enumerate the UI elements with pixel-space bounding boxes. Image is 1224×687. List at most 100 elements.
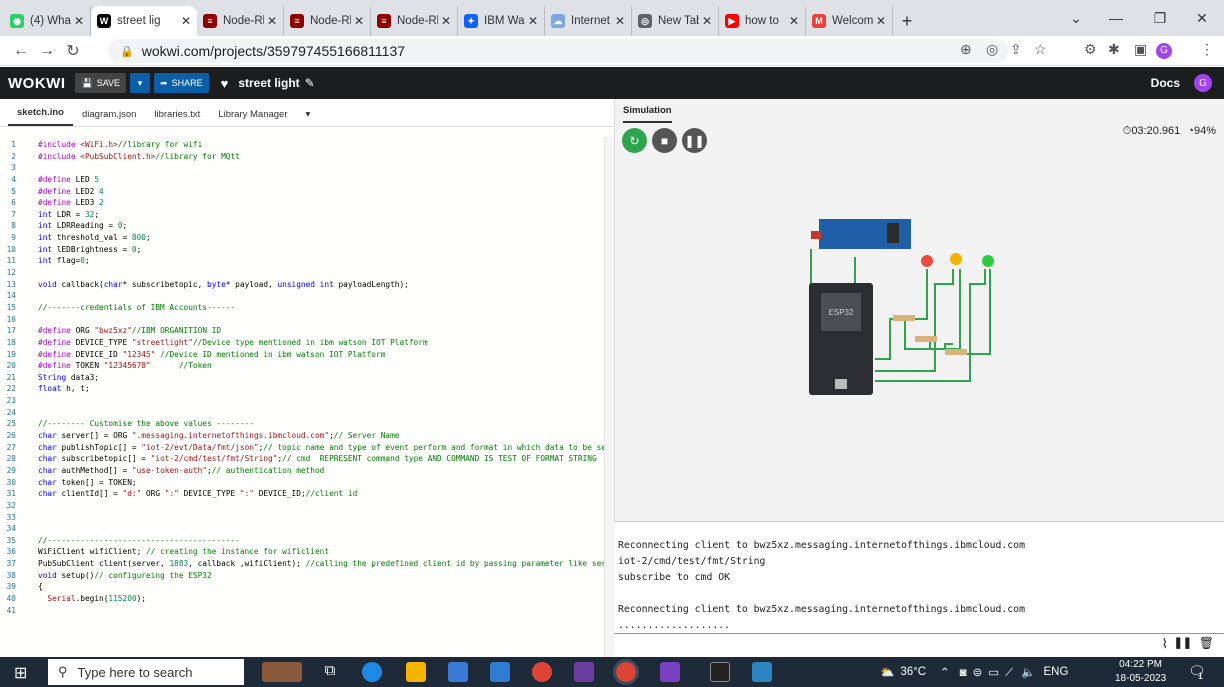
share-button[interactable]: ➦ SHARE: [154, 73, 209, 93]
tab-sketch[interactable]: sketch.ino: [8, 107, 73, 126]
browser-tab[interactable]: ✦ IBM Wa ✕: [458, 6, 545, 36]
volume-icon[interactable]: 🔈: [1021, 665, 1035, 679]
side-panel-icon[interactable]: ▣: [1134, 41, 1147, 58]
forward-icon[interactable]: →: [34, 42, 60, 60]
back-icon[interactable]: ←: [8, 42, 34, 60]
task-view-icon[interactable]: ⧉: [320, 662, 340, 682]
share-page-icon[interactable]: ⇪: [1010, 41, 1022, 58]
close-tab-icon[interactable]: ✕: [876, 14, 886, 28]
clear-console-icon[interactable]: 🗑: [1199, 636, 1214, 650]
code-token: char: [38, 465, 62, 475]
browser-tab[interactable]: ≡ Node-Rl ✕: [371, 6, 458, 36]
share-icon: ➦: [160, 77, 168, 88]
restore-icon[interactable]: ❐: [1140, 0, 1180, 36]
close-tab-icon[interactable]: ✕: [354, 14, 364, 28]
plotter-icon[interactable]: ⌇: [1162, 636, 1168, 652]
led-yellow[interactable]: [950, 253, 962, 265]
browser-tab[interactable]: M Welcom ✕: [806, 6, 893, 36]
browser-tab[interactable]: ◎ New Tab ✕: [632, 6, 719, 36]
stop-button[interactable]: ■: [652, 128, 677, 153]
browser-tab[interactable]: ☁ Internet ✕: [545, 6, 632, 36]
taskbar-search[interactable]: ⚲ Type here to search: [48, 659, 244, 685]
lens-icon[interactable]: ◎: [986, 41, 998, 58]
code-line: 11 int flag=0;: [0, 255, 614, 267]
zoom-icon[interactable]: ⊕: [960, 41, 972, 58]
close-tab-icon[interactable]: ✕: [267, 14, 277, 28]
url-bar[interactable]: 🔒 wokwi.com/projects/359797455166811137: [108, 39, 1008, 63]
code-text: #include <PubSubClient.h>//library for M…: [38, 151, 240, 163]
serial-input-bar[interactable]: ⌇ ❚❚ 🗑: [614, 633, 1224, 654]
close-tab-icon[interactable]: ✕: [181, 14, 191, 28]
menu-kebab-icon[interactable]: ⋮: [1200, 41, 1214, 58]
close-tab-icon[interactable]: ✕: [615, 14, 625, 28]
tab-simulation[interactable]: Simulation: [623, 105, 672, 123]
code-editor[interactable]: 1 #include <WiFi.h>//library for wifi 2 #in…: [0, 127, 614, 657]
edge-icon[interactable]: [362, 662, 382, 682]
line-number: 26: [6, 431, 16, 441]
reload-icon[interactable]: ↻: [60, 41, 86, 61]
edit-pencil-icon[interactable]: ✎: [305, 76, 315, 90]
notification-icon[interactable]: 🗨: [1188, 663, 1206, 680]
photos-icon[interactable]: [752, 662, 772, 682]
news-widget-icon[interactable]: [262, 662, 302, 682]
minimize-icon[interactable]: —: [1096, 0, 1136, 36]
browser-tab[interactable]: ≡ Node-Rl ✕: [284, 6, 371, 36]
chrome-icon[interactable]: [532, 662, 552, 682]
puzzle-icon[interactable]: ✱: [1108, 41, 1120, 58]
save-dropdown-button[interactable]: ▾: [130, 73, 151, 93]
user-avatar[interactable]: G: [1194, 74, 1212, 92]
close-tab-icon[interactable]: ✕: [702, 14, 712, 28]
close-tab-icon[interactable]: ✕: [74, 14, 84, 28]
wokwi-logo[interactable]: WOKWI: [8, 75, 65, 92]
file-explorer-icon[interactable]: [406, 662, 426, 682]
close-window-icon[interactable]: ✕: [1182, 0, 1222, 36]
code-token: // configureing the ESP32: [94, 570, 212, 580]
resistor-1[interactable]: [893, 315, 915, 321]
tray-icons[interactable]: ◙⊜▭⟋: [960, 665, 1020, 680]
browser-tab[interactable]: Wstreet lig ✕: [91, 6, 197, 36]
weather-icon[interactable]: ⛅: [880, 665, 894, 679]
terminal-icon[interactable]: [710, 662, 730, 682]
project-name[interactable]: street light: [238, 76, 299, 90]
visual-studio-icon[interactable]: [660, 662, 680, 682]
line-number: 39: [6, 582, 16, 592]
windows-start-icon[interactable]: ⊞: [14, 663, 27, 683]
browser-tab[interactable]: ≡ Node-Rl ✕: [197, 6, 284, 36]
close-tab-icon[interactable]: ✕: [441, 14, 451, 28]
new-tab-button[interactable]: +: [893, 6, 921, 36]
tabs-dropdown-icon[interactable]: ▾: [297, 109, 320, 126]
close-tab-icon[interactable]: ✕: [789, 14, 799, 28]
tab-library-manager[interactable]: Library Manager: [209, 109, 296, 126]
tab-diagram[interactable]: diagram.json: [73, 109, 145, 126]
restart-button[interactable]: ↻: [622, 128, 647, 153]
tab-libraries[interactable]: libraries.txt: [145, 109, 209, 126]
tab-search-icon[interactable]: ⌄: [1056, 0, 1096, 36]
bookmark-star-icon[interactable]: ☆: [1034, 41, 1047, 58]
store-icon[interactable]: [448, 662, 468, 682]
pause-console-icon[interactable]: ❚❚: [1174, 636, 1192, 649]
app-icon[interactable]: [574, 662, 594, 682]
save-button[interactable]: 💾 SAVE: [75, 73, 127, 93]
temperature[interactable]: 36°C: [900, 666, 926, 678]
led-green[interactable]: [982, 255, 994, 267]
mail-icon[interactable]: [490, 662, 510, 682]
serial-monitor[interactable]: Reconnecting client to bwz5xz.messaging.…: [614, 521, 1224, 633]
resistor-2[interactable]: [915, 336, 937, 342]
profile-avatar[interactable]: G: [1156, 43, 1172, 59]
editor-scrollbar[interactable]: [604, 137, 614, 657]
language-indicator[interactable]: ENG: [1044, 666, 1069, 678]
pause-button[interactable]: ❚❚: [682, 128, 707, 153]
resistor-3[interactable]: [945, 349, 967, 355]
show-hidden-icon[interactable]: ⌃: [940, 665, 950, 679]
code-token: publishTopic[] =: [61, 442, 142, 452]
led-red[interactable]: [921, 255, 933, 267]
browser-tab[interactable]: ◉ (4) What ✕: [4, 6, 91, 36]
extension-icon[interactable]: ⚙: [1084, 41, 1097, 58]
heart-icon[interactable]: ♥: [221, 76, 229, 91]
browser-tab[interactable]: ▶ how to ✕: [719, 6, 806, 36]
code-text: PubSubClient client(server, 1883, callba…: [38, 558, 614, 570]
chrome-active-icon[interactable]: [613, 659, 639, 685]
docs-link[interactable]: Docs: [1151, 76, 1180, 90]
close-tab-icon[interactable]: ✕: [528, 14, 538, 28]
taskbar-clock[interactable]: 04:22 PM 18-05-2023: [1115, 658, 1166, 686]
